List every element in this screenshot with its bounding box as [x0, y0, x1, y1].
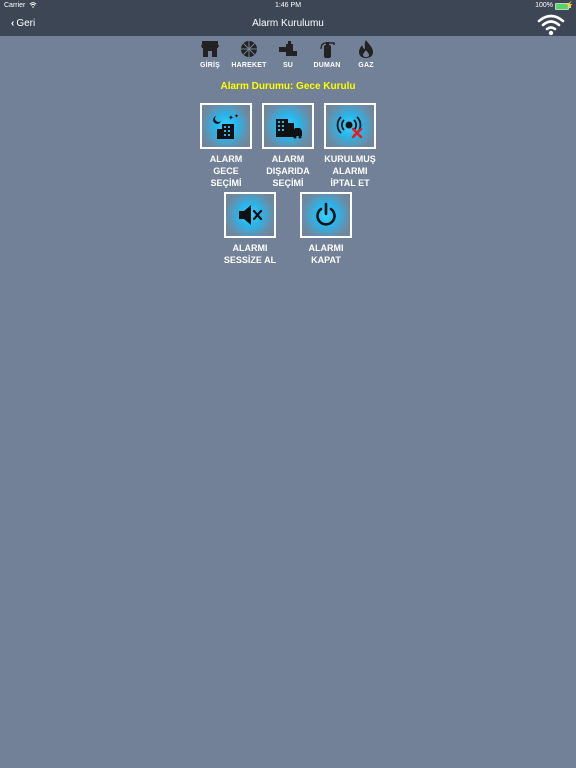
action-label: KURULMUŞ ALARMI İPTAL ET	[324, 154, 376, 188]
sensor-gaz[interactable]: GAZ	[346, 40, 386, 69]
sensor-label: DUMAN	[313, 62, 341, 69]
cancel-alarm-button[interactable]: KURULMUŞ ALARMI İPTAL ET	[315, 103, 385, 189]
silence-alarm-tile	[224, 192, 276, 238]
sensor-row: GİRİŞ HAREKET SU DUMAN GAZ	[0, 40, 576, 70]
sensor-hareket[interactable]: HAREKET	[229, 40, 269, 69]
sensor-label: GAZ	[358, 62, 374, 69]
action-label: ALARMI KAPAT	[308, 243, 344, 265]
page-title: Alarm Kurulumu	[252, 18, 324, 29]
flame-icon	[359, 40, 373, 58]
alarm-cancel-icon	[336, 116, 363, 139]
store-icon	[201, 41, 219, 57]
motion-sensor-icon	[241, 41, 257, 57]
mute-icon	[239, 205, 263, 225]
silence-alarm-button[interactable]: ALARMI SESSİZE AL	[215, 192, 285, 266]
sensor-duman[interactable]: DUMAN	[307, 40, 347, 69]
action-label: ALARMI SESSİZE AL	[223, 243, 277, 265]
battery-percent: 100%	[535, 2, 553, 9]
sensor-giris[interactable]: GİRİŞ	[190, 40, 230, 69]
svg-text:✦: ✦	[234, 113, 239, 120]
wifi-icon[interactable]	[535, 12, 567, 36]
sensor-su[interactable]: SU	[268, 40, 308, 69]
sensor-label: HAREKET	[231, 62, 267, 69]
action-label: ALARM GECE SEÇİMİ	[209, 154, 243, 188]
turn-off-alarm-button[interactable]: ALARMI KAPAT	[291, 192, 361, 266]
away-mode-tile	[262, 103, 314, 149]
charging-icon: ⚡	[565, 2, 574, 9]
sensor-label: GİRİŞ	[199, 62, 221, 69]
action-label: ALARM DIŞARIDA SEÇİMİ	[266, 154, 310, 188]
night-building-icon: ✦ ✦	[213, 113, 239, 139]
fire-extinguisher-icon	[320, 42, 335, 58]
alarm-status: Alarm Durumu: Gece Kurulu	[220, 81, 356, 92]
navigation-bar: ‹ Geri Alarm Kurulumu	[0, 12, 576, 36]
status-bar: Carrier 1:46 PM 100% ⚡	[0, 0, 576, 12]
night-mode-button[interactable]: ✦ ✦ ALARM GECE SEÇİMİ	[191, 103, 261, 189]
night-mode-tile: ✦ ✦	[200, 103, 252, 149]
away-mode-button[interactable]: ALARM DIŞARIDA SEÇİMİ	[253, 103, 323, 189]
power-icon	[316, 202, 336, 226]
water-valve-icon	[279, 41, 297, 56]
clock: 1:46 PM	[274, 2, 302, 9]
sensor-label: SU	[282, 62, 294, 69]
building-car-icon	[276, 119, 302, 139]
cancel-alarm-tile	[324, 103, 376, 149]
turn-off-alarm-tile	[300, 192, 352, 238]
